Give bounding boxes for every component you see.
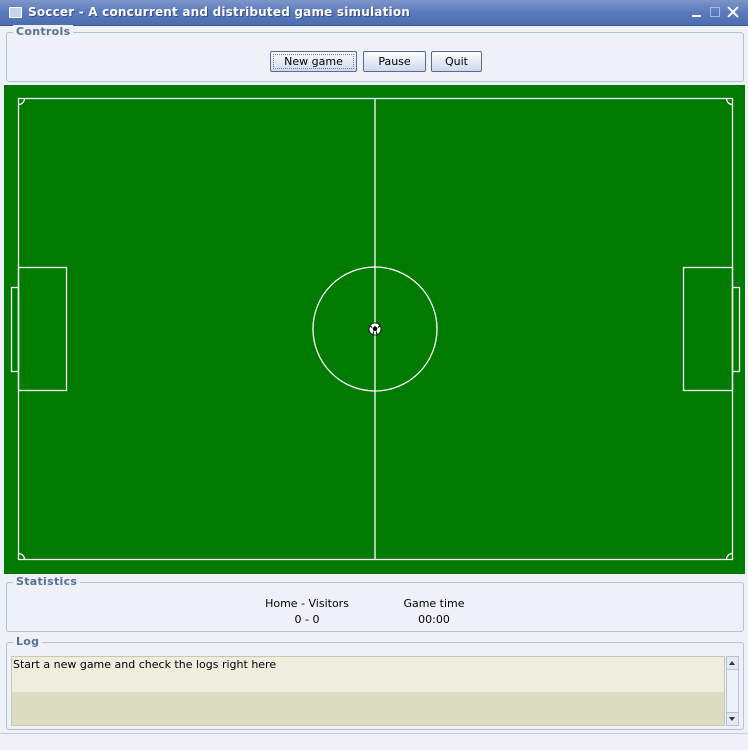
score-label: Home - Visitors (265, 597, 349, 610)
focus-ring (273, 54, 354, 69)
log-textarea[interactable]: Start a new game and check the logs righ… (11, 656, 725, 726)
controls-legend: Controls (13, 25, 74, 38)
window-title: Soccer - A concurrent and distributed ga… (28, 5, 411, 19)
window-icon (9, 7, 22, 18)
statistics-legend: Statistics (13, 575, 81, 588)
scroll-up-icon[interactable] (727, 657, 738, 670)
pitch-canvas (4, 85, 745, 574)
pause-button[interactable]: Pause (363, 51, 426, 72)
game-time-value: 00:00 (418, 613, 450, 626)
new-game-button[interactable]: New game (270, 51, 357, 72)
log-legend: Log (13, 635, 43, 648)
quit-label: Quit (445, 55, 468, 68)
soccer-ball-icon (368, 322, 382, 336)
log-line: Start a new game and check the logs righ… (13, 658, 277, 671)
controls-group: Controls New game Pause Quit (6, 25, 744, 82)
close-icon[interactable] (727, 6, 739, 18)
window-titlebar[interactable]: Soccer - A concurrent and distributed ga… (0, 0, 748, 26)
score-value: 0 - 0 (294, 613, 320, 626)
scroll-down-icon[interactable] (727, 712, 738, 725)
soccer-field (4, 85, 745, 574)
quit-button[interactable]: Quit (431, 51, 482, 72)
log-group: Log Start a new game and check the logs … (6, 635, 744, 730)
pause-label: Pause (378, 55, 411, 68)
log-scrollbar[interactable] (726, 656, 739, 726)
statistics-group: Statistics Home - Visitors 0 - 0 Game ti… (6, 575, 744, 632)
game-time-label: Game time (403, 597, 465, 610)
maximize-icon[interactable] (709, 6, 721, 18)
minimize-icon[interactable] (691, 6, 703, 18)
status-bar (0, 733, 748, 750)
